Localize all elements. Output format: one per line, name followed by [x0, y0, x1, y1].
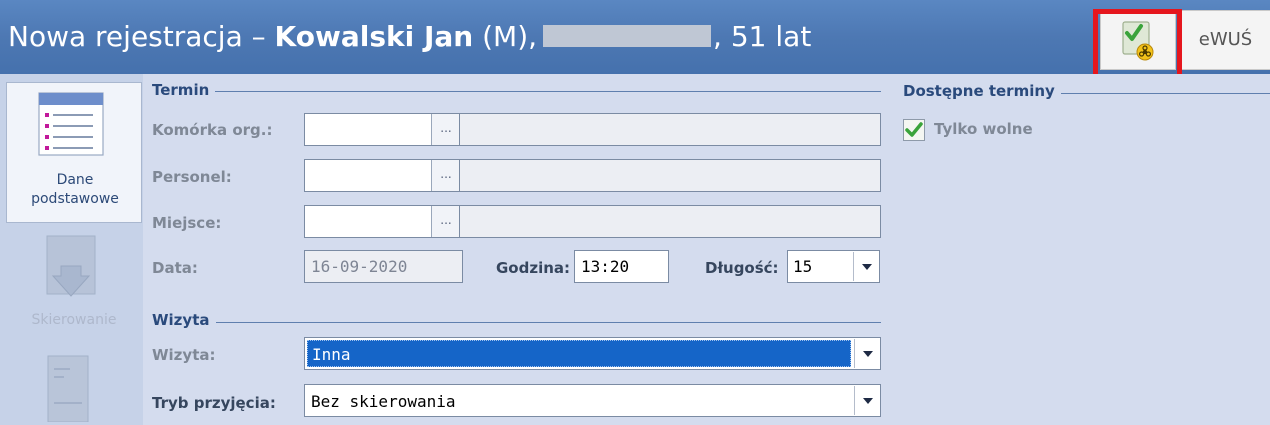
godzina-label: Godzina:	[496, 259, 571, 277]
termin-divider	[152, 91, 881, 92]
godzina-input[interactable]: 13:20	[574, 250, 669, 283]
personel-label: Personel:	[152, 168, 232, 186]
sidebar-item-skierowanie[interactable]: Skierowanie	[6, 226, 142, 338]
miejsce-browse-button[interactable]: ...	[431, 206, 460, 237]
data-label: Data:	[152, 259, 198, 277]
tylko-wolne-label: Tylko wolne	[934, 120, 1033, 138]
tryb-select[interactable]: Bez skierowania	[304, 384, 881, 417]
miejsce-label: Miejsce:	[152, 214, 222, 232]
tylko-wolne-checkbox[interactable]	[903, 119, 925, 141]
patient-age: , 51 lat	[713, 20, 812, 53]
check-icon	[905, 122, 923, 137]
data-input[interactable]: 16-09-2020	[304, 250, 463, 283]
komorka-label: Komórka org.:	[152, 121, 273, 139]
sidebar-item-document[interactable]	[6, 346, 142, 425]
chevron-down-icon[interactable]	[853, 252, 879, 281]
document-stamp-icon	[47, 355, 89, 422]
sidebar: Dane podstawowe Skierowanie	[0, 74, 143, 425]
dlugosc-label: Długość:	[705, 259, 779, 277]
ewus-button[interactable]: eWUŚ	[1180, 10, 1270, 70]
redacted-pesel	[543, 25, 712, 47]
title-bar: Nowa rejestracja – Kowalski Jan (M), , 51…	[0, 0, 1270, 74]
sidebar-item-label: Skierowanie	[31, 312, 117, 328]
dostepne-section-title: Dostępne terminy	[903, 82, 1061, 100]
wizyta-selected-value: Inna	[307, 340, 851, 367]
patient-sex: (M),	[473, 20, 538, 53]
komorka-browse-button[interactable]: ...	[431, 114, 460, 145]
sidebar-item-label: Dane	[56, 172, 94, 188]
chevron-down-icon[interactable]	[854, 339, 880, 368]
patient-name: Kowalski Jan	[274, 20, 474, 53]
personel-browse-button[interactable]: ...	[431, 160, 460, 191]
termin-section-title: Termin	[152, 81, 216, 99]
dlugosc-select[interactable]: 15	[787, 250, 880, 283]
window-title: Nowa rejestracja – Kowalski Jan (M), , 51…	[8, 20, 811, 53]
title-prefix: Nowa rejestracja –	[8, 20, 275, 53]
sidebar-item-dane-podstawowe[interactable]: Dane podstawowe	[6, 82, 142, 223]
wizyta-label: Wizyta:	[152, 346, 216, 364]
list-form-icon	[38, 92, 104, 156]
wizyta-divider	[152, 322, 881, 323]
wizyta-select[interactable]: Inna	[304, 337, 881, 370]
wizyta-section-title: Wizyta	[152, 311, 216, 329]
document-arrow-icon	[46, 235, 96, 297]
personel-description	[459, 159, 881, 192]
chevron-down-icon[interactable]	[854, 386, 880, 415]
sidebar-item-label: podstawowe	[31, 191, 119, 207]
tryb-label: Tryb przyjęcia:	[152, 394, 276, 412]
miejsce-description	[459, 205, 881, 238]
komorka-description	[459, 113, 881, 146]
